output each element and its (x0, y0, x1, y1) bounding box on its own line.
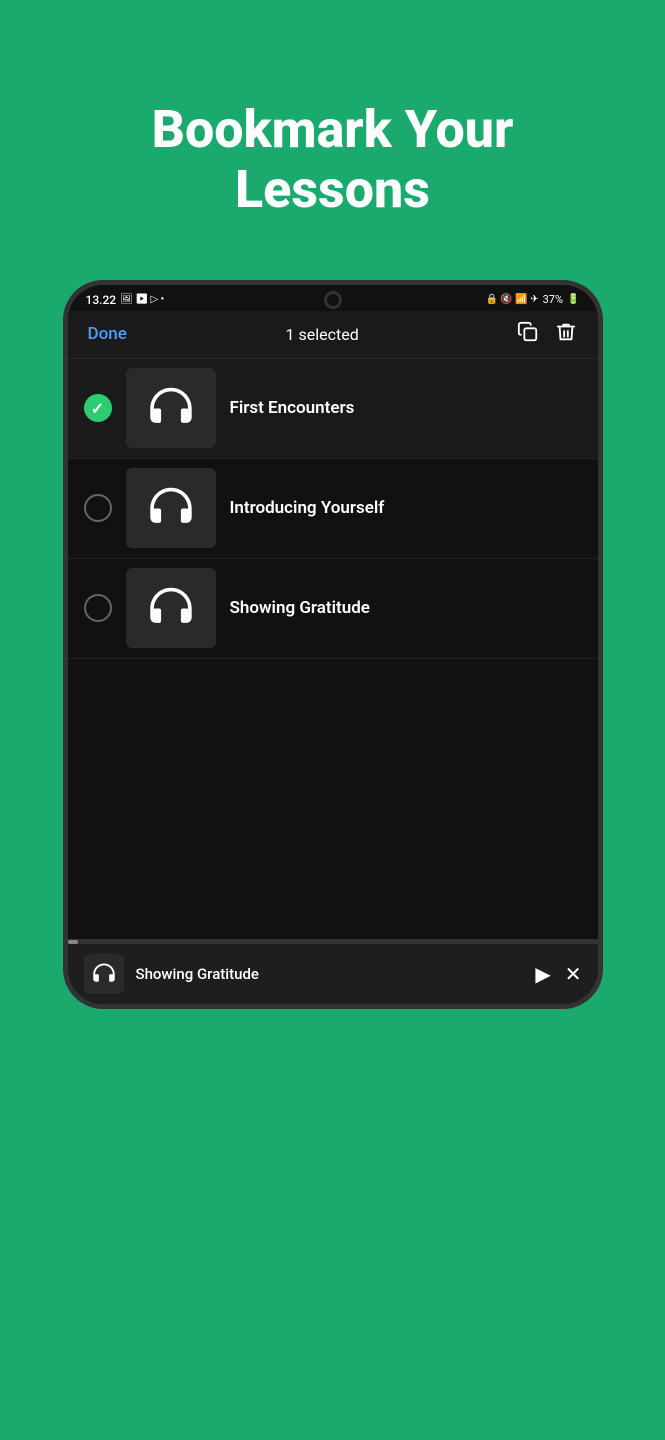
status-right: 🔒 🔇 📶 ✈ 37% 🔋 (485, 293, 579, 306)
list-item[interactable]: Introducing Yourself (68, 459, 598, 559)
page-background: Bookmark Your Lessons 13.22 🖼 ▶ ▷ • 🔒 🔇 … (0, 0, 665, 1440)
page-title: Bookmark Your Lessons (0, 100, 665, 220)
mini-player-title: Showing Gratitude (136, 965, 524, 983)
list-item[interactable]: ✓ First Encounters (68, 359, 598, 459)
lesson-title-1: First Encounters (230, 398, 582, 418)
done-button[interactable]: Done (88, 324, 127, 344)
lesson-title-2: Introducing Yourself (230, 498, 582, 518)
checkbox-item-2[interactable] (84, 494, 112, 522)
close-button[interactable]: ✕ (565, 962, 582, 986)
list-item[interactable]: Showing Gratitude (68, 559, 598, 659)
toolbar-icons (517, 321, 577, 348)
progress-fill (68, 940, 78, 944)
battery-icon: 🔒 🔇 📶 ✈ (485, 294, 538, 305)
battery-bar: 🔋 (567, 294, 579, 305)
play-button[interactable]: ▶ (535, 962, 550, 986)
checkmark-icon: ✓ (91, 399, 104, 418)
mini-thumbnail (84, 954, 124, 994)
lesson-list: ✓ First Encounters Introducing Yoursel (68, 359, 598, 939)
mini-player: Showing Gratitude ▶ ✕ (68, 939, 598, 1004)
status-left: 13.22 🖼 ▶ ▷ • (86, 293, 165, 307)
mini-player-controls: ▶ ✕ (535, 962, 581, 986)
empty-content-area (68, 659, 598, 939)
camera-notch (324, 291, 342, 309)
selected-count: 1 selected (286, 325, 359, 344)
copy-icon[interactable] (517, 321, 539, 348)
lesson-thumbnail-2 (126, 468, 216, 548)
checkbox-item-3[interactable] (84, 594, 112, 622)
lesson-thumbnail-3 (126, 568, 216, 648)
toolbar: Done 1 selected (68, 311, 598, 359)
lesson-title-3: Showing Gratitude (230, 598, 582, 618)
phone-frame: 13.22 🖼 ▶ ▷ • 🔒 🔇 📶 ✈ 37% 🔋 Done 1 selec… (63, 280, 603, 1009)
checkbox-item-1[interactable]: ✓ (84, 394, 112, 422)
time-display: 13.22 (86, 293, 117, 307)
status-bar: 13.22 🖼 ▶ ▷ • 🔒 🔇 📶 ✈ 37% 🔋 (68, 285, 598, 311)
mini-player-content: Showing Gratitude ▶ ✕ (68, 944, 598, 1004)
delete-icon[interactable] (555, 321, 577, 348)
battery-percent: 37% (543, 293, 563, 306)
status-icons: 🖼 ▶ ▷ • (120, 294, 164, 305)
progress-bar (68, 940, 598, 944)
lesson-thumbnail-1 (126, 368, 216, 448)
